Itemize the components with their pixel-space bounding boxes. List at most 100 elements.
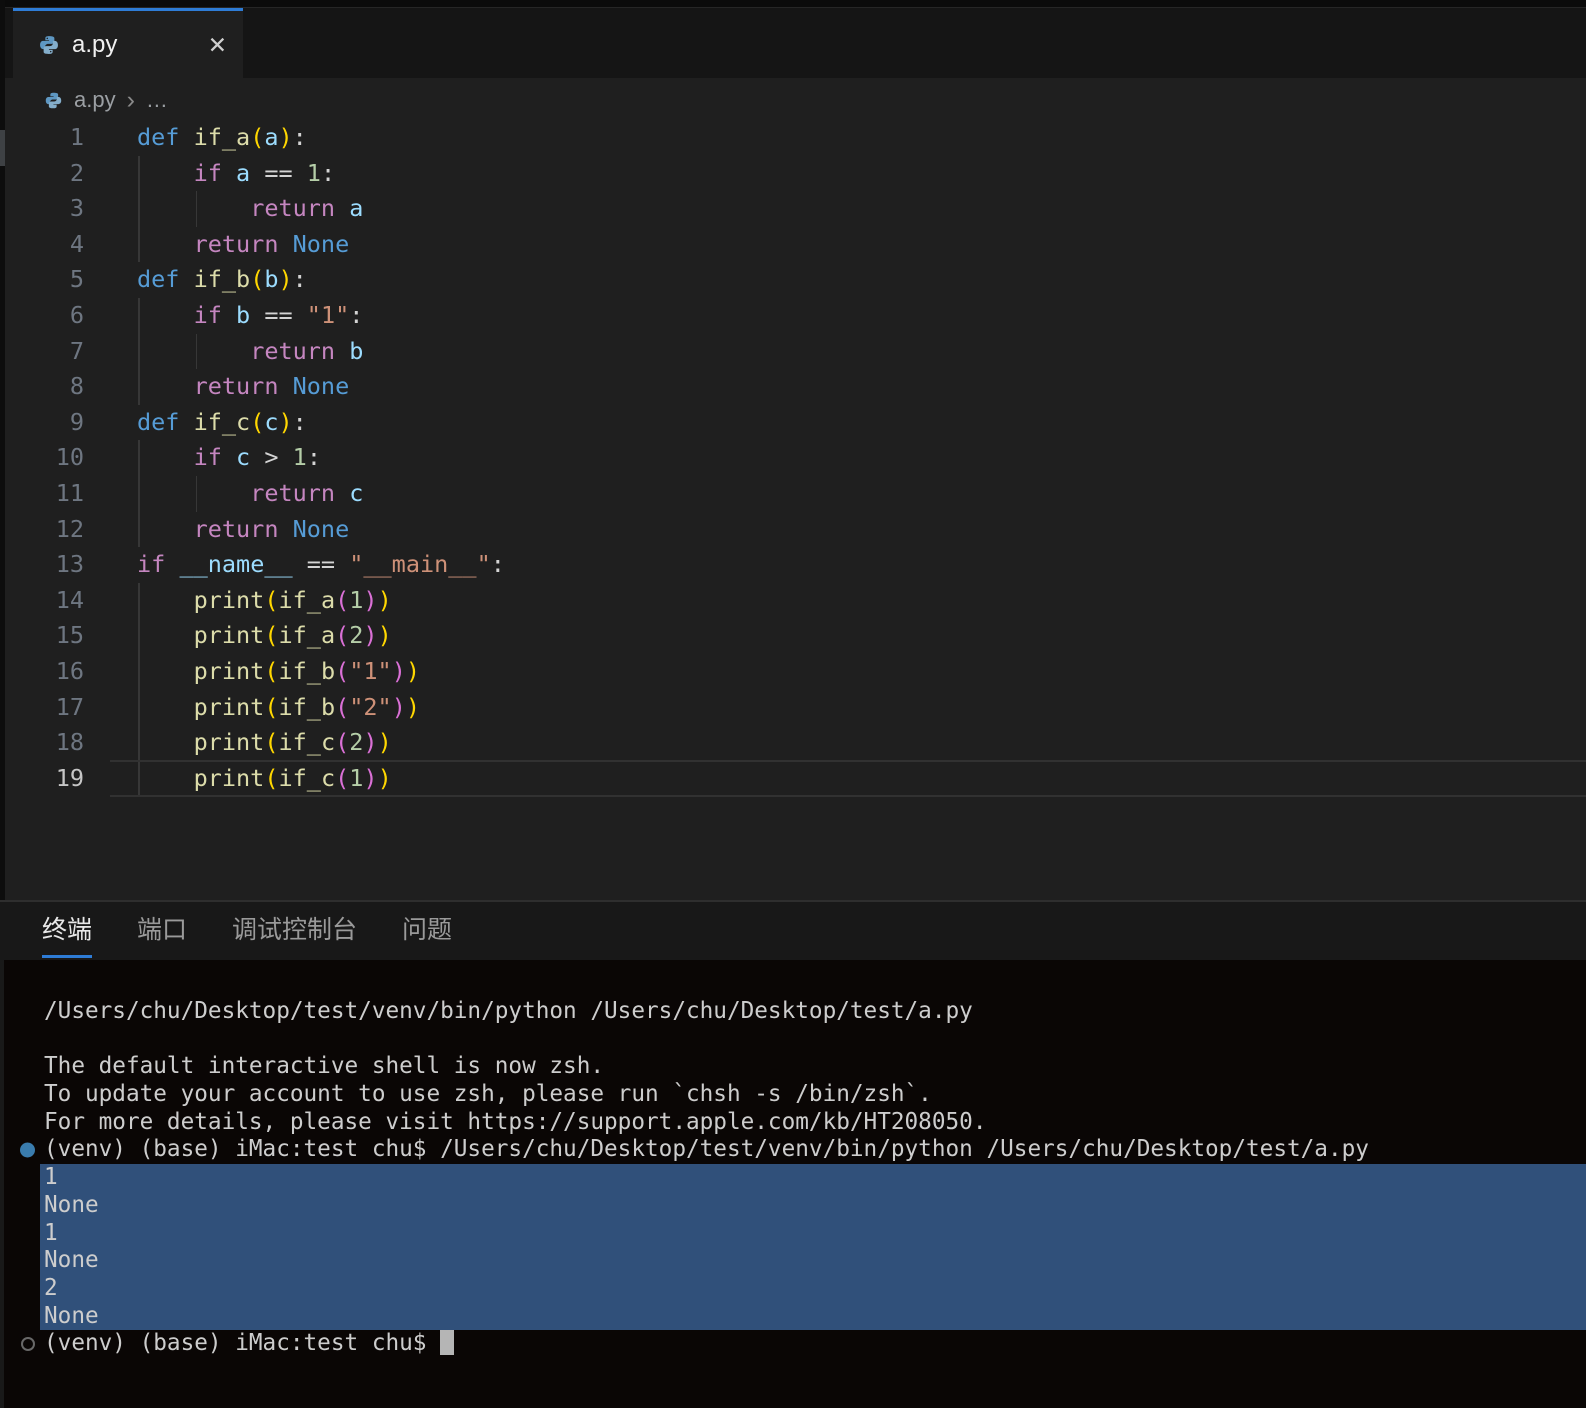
code-text: def if_a(a):: [137, 123, 307, 151]
code-text: if __name__ == "__main__":: [137, 550, 505, 579]
code-text: print(if_b("1")): [193, 656, 421, 685]
bottom-panel: 终端 端口 调试控制台 问题 /Users/chu/Desktop/test/v…: [0, 900, 1586, 1408]
code-line[interactable]: 13 if __name__ == "__main__":: [0, 547, 1586, 583]
tab-a-py[interactable]: a.py ✕: [13, 8, 243, 79]
code-lines: 1 def if_a(a): 2 if a == 1: 3 return a4 ret…: [0, 120, 1586, 797]
code-text: def if_c(c):: [137, 407, 307, 436]
code-text: return a: [250, 194, 364, 223]
terminal-line: None: [0, 1191, 1586, 1220]
line-number: 9: [69, 407, 84, 436]
code-line[interactable]: 6 if b == "1":: [0, 297, 1586, 334]
chevron-right-icon: ›: [126, 86, 135, 114]
line-number: 18: [55, 728, 84, 757]
breadcrumb: a.py › …: [44, 86, 168, 114]
code-text: print(if_c(2)): [193, 728, 392, 757]
terminal-line: To update your account to use zsh, pleas…: [0, 1081, 1586, 1109]
line-number: 16: [55, 656, 84, 685]
code-line[interactable]: 9 def if_c(c):: [0, 405, 1586, 441]
line-number: 5: [69, 265, 84, 294]
terminal-line: 2: [0, 1274, 1586, 1303]
line-number: 7: [69, 336, 84, 365]
code-text: print(if_b("2")): [193, 692, 421, 721]
tab-terminal[interactable]: 终端: [42, 902, 93, 958]
breadcrumb-file[interactable]: a.py: [74, 87, 116, 113]
code-line[interactable]: 7 return b: [0, 333, 1586, 370]
tab-ports[interactable]: 端口: [137, 902, 187, 958]
code-line[interactable]: 1 def if_a(a):: [0, 120, 1586, 156]
line-number: 17: [55, 692, 84, 721]
terminal-line: None: [0, 1302, 1586, 1331]
code-text: return None: [193, 372, 350, 401]
code-line[interactable]: 5 def if_b(b):: [0, 262, 1586, 298]
breadcrumb-ellipsis[interactable]: …: [146, 87, 168, 113]
code-text: if b == "1":: [193, 300, 364, 329]
panel-tab-bar: 终端 端口 调试控制台 问题: [0, 902, 1586, 958]
vscode-window: a.py ✕ a.py › … 1 def if_a(a): 2 if a == 1…: [0, 0, 1586, 1408]
terminal-text: To update your account to use zsh, pleas…: [44, 1081, 932, 1108]
editor-tab-bar: a.py ✕: [0, 8, 1586, 79]
terminal-line: None: [0, 1247, 1586, 1275]
terminal-text: (venv) (base) iMac:test chu$ /Users/chu/…: [44, 1136, 1369, 1163]
line-number: 10: [55, 443, 84, 472]
tab-debug-console[interactable]: 调试控制台: [232, 902, 357, 958]
code-line[interactable]: 8 return None: [0, 369, 1586, 405]
code-line[interactable]: 18 print(if_c(2)): [0, 725, 1586, 761]
terminal-text: None: [44, 1302, 99, 1329]
close-icon[interactable]: ✕: [208, 32, 227, 59]
code-line[interactable]: 17 print(if_b("2")): [0, 689, 1586, 726]
terminal-text: 1: [44, 1164, 58, 1191]
tab-label: a.py: [72, 31, 118, 58]
line-number: 12: [55, 514, 84, 543]
line-number: 3: [69, 194, 84, 223]
code-line[interactable]: 15 print(if_a(2)): [0, 618, 1586, 654]
code-text: if c > 1:: [193, 443, 321, 472]
editor[interactable]: a.py › … 1 def if_a(a): 2 if a == 1: 3 retu…: [0, 78, 1586, 900]
code-text: print(if_c(1)): [193, 763, 392, 792]
command-decoration-hollow-icon[interactable]: [21, 1337, 35, 1352]
line-number: 19: [55, 763, 84, 792]
terminal-text: None: [44, 1247, 99, 1274]
code-line[interactable]: 3 return a: [0, 191, 1586, 227]
terminal-line: 1: [0, 1164, 1586, 1192]
command-decoration-filled-icon[interactable]: [20, 1142, 35, 1158]
line-number: 6: [69, 300, 84, 329]
terminal[interactable]: /Users/chu/Desktop/test/venv/bin/python …: [0, 960, 1586, 1408]
code-text: def if_b(b):: [137, 265, 307, 294]
terminal-text: /Users/chu/Desktop/test/venv/bin/python …: [44, 998, 973, 1024]
code-line[interactable]: 10 if c > 1:: [0, 440, 1586, 476]
code-line[interactable]: 14 print(if_a(1)): [0, 582, 1586, 619]
code-text: return None: [193, 514, 350, 543]
terminal-text: None: [44, 1191, 99, 1218]
code-line[interactable]: 19 print(if_c(1)): [0, 759, 1586, 797]
tab-problems[interactable]: 问题: [402, 902, 452, 958]
code-text: return c: [250, 478, 364, 507]
code-line[interactable]: 11 return c: [0, 475, 1586, 512]
terminal-cursor: [440, 1330, 454, 1356]
line-number: 15: [55, 621, 84, 650]
line-number: 13: [55, 550, 84, 579]
python-icon: [44, 91, 63, 110]
terminal-prompt-line: (venv) (base) iMac:test chu$: [0, 1330, 1586, 1358]
left-edge-strip: [0, 0, 5, 900]
python-icon: [38, 34, 60, 56]
line-number: 11: [55, 478, 84, 507]
code-line[interactable]: 2 if a == 1:: [0, 155, 1586, 192]
scroll-indicator: [0, 130, 5, 166]
code-line[interactable]: 16 print(if_b("1")): [0, 653, 1586, 690]
line-number: 1: [69, 123, 84, 151]
code-text: print(if_a(2)): [193, 621, 392, 650]
code-line[interactable]: 12 return None: [0, 511, 1586, 548]
terminal-line: 1: [0, 1219, 1586, 1248]
terminal-text: 1: [44, 1219, 58, 1246]
terminal-rows: /Users/chu/Desktop/test/venv/bin/python …: [0, 998, 1586, 1358]
terminal-prompt-line: (venv) (base) iMac:test chu$ /Users/chu/…: [0, 1136, 1586, 1164]
line-number: 8: [69, 372, 84, 401]
line-number: 14: [55, 585, 84, 614]
code-text: return b: [250, 336, 364, 365]
code-text: if a == 1:: [193, 158, 336, 187]
code-line[interactable]: 4 return None: [0, 226, 1586, 263]
line-number: 4: [69, 229, 84, 258]
terminal-text: (venv) (base) iMac:test chu$: [44, 1330, 441, 1357]
terminal-text: 2: [44, 1274, 58, 1301]
